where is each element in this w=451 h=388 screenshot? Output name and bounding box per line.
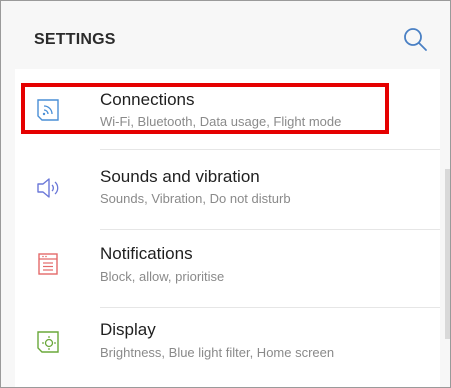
connections-icon xyxy=(37,99,59,121)
item-title: Notifications xyxy=(100,244,193,263)
divider xyxy=(100,149,440,150)
item-title: Display xyxy=(100,320,156,339)
display-icon xyxy=(37,331,59,353)
settings-item-display[interactable]: Display Brightness, Blue light filter, H… xyxy=(15,309,440,387)
scrollbar[interactable] xyxy=(445,169,450,339)
notifications-icon xyxy=(38,253,58,275)
item-title: Sounds and vibration xyxy=(100,167,260,186)
item-subtitle: Wi-Fi, Bluetooth, Data usage, Flight mod… xyxy=(100,114,342,129)
item-subtitle: Block, allow, prioritise xyxy=(100,269,225,284)
app-header: SETTINGS xyxy=(1,1,450,79)
divider xyxy=(100,229,440,230)
item-subtitle: Sounds, Vibration, Do not disturb xyxy=(100,191,291,206)
item-title: Connections xyxy=(100,90,195,109)
speaker-icon xyxy=(37,178,59,198)
search-icon[interactable] xyxy=(401,25,429,53)
settings-list: Connections Wi-Fi, Bluetooth, Data usage… xyxy=(15,69,440,387)
settings-item-connections[interactable]: Connections Wi-Fi, Bluetooth, Data usage… xyxy=(15,77,440,155)
item-subtitle: Brightness, Blue light filter, Home scre… xyxy=(100,345,335,360)
settings-item-notifications[interactable]: Notifications Block, allow, prioritise xyxy=(15,231,440,309)
settings-screen: SETTINGS Connections Wi-Fi, Bluetooth, D… xyxy=(0,0,451,388)
divider xyxy=(100,307,440,308)
page-title: SETTINGS xyxy=(34,31,116,48)
settings-item-sounds[interactable]: Sounds and vibration Sounds, Vibration, … xyxy=(15,153,440,231)
